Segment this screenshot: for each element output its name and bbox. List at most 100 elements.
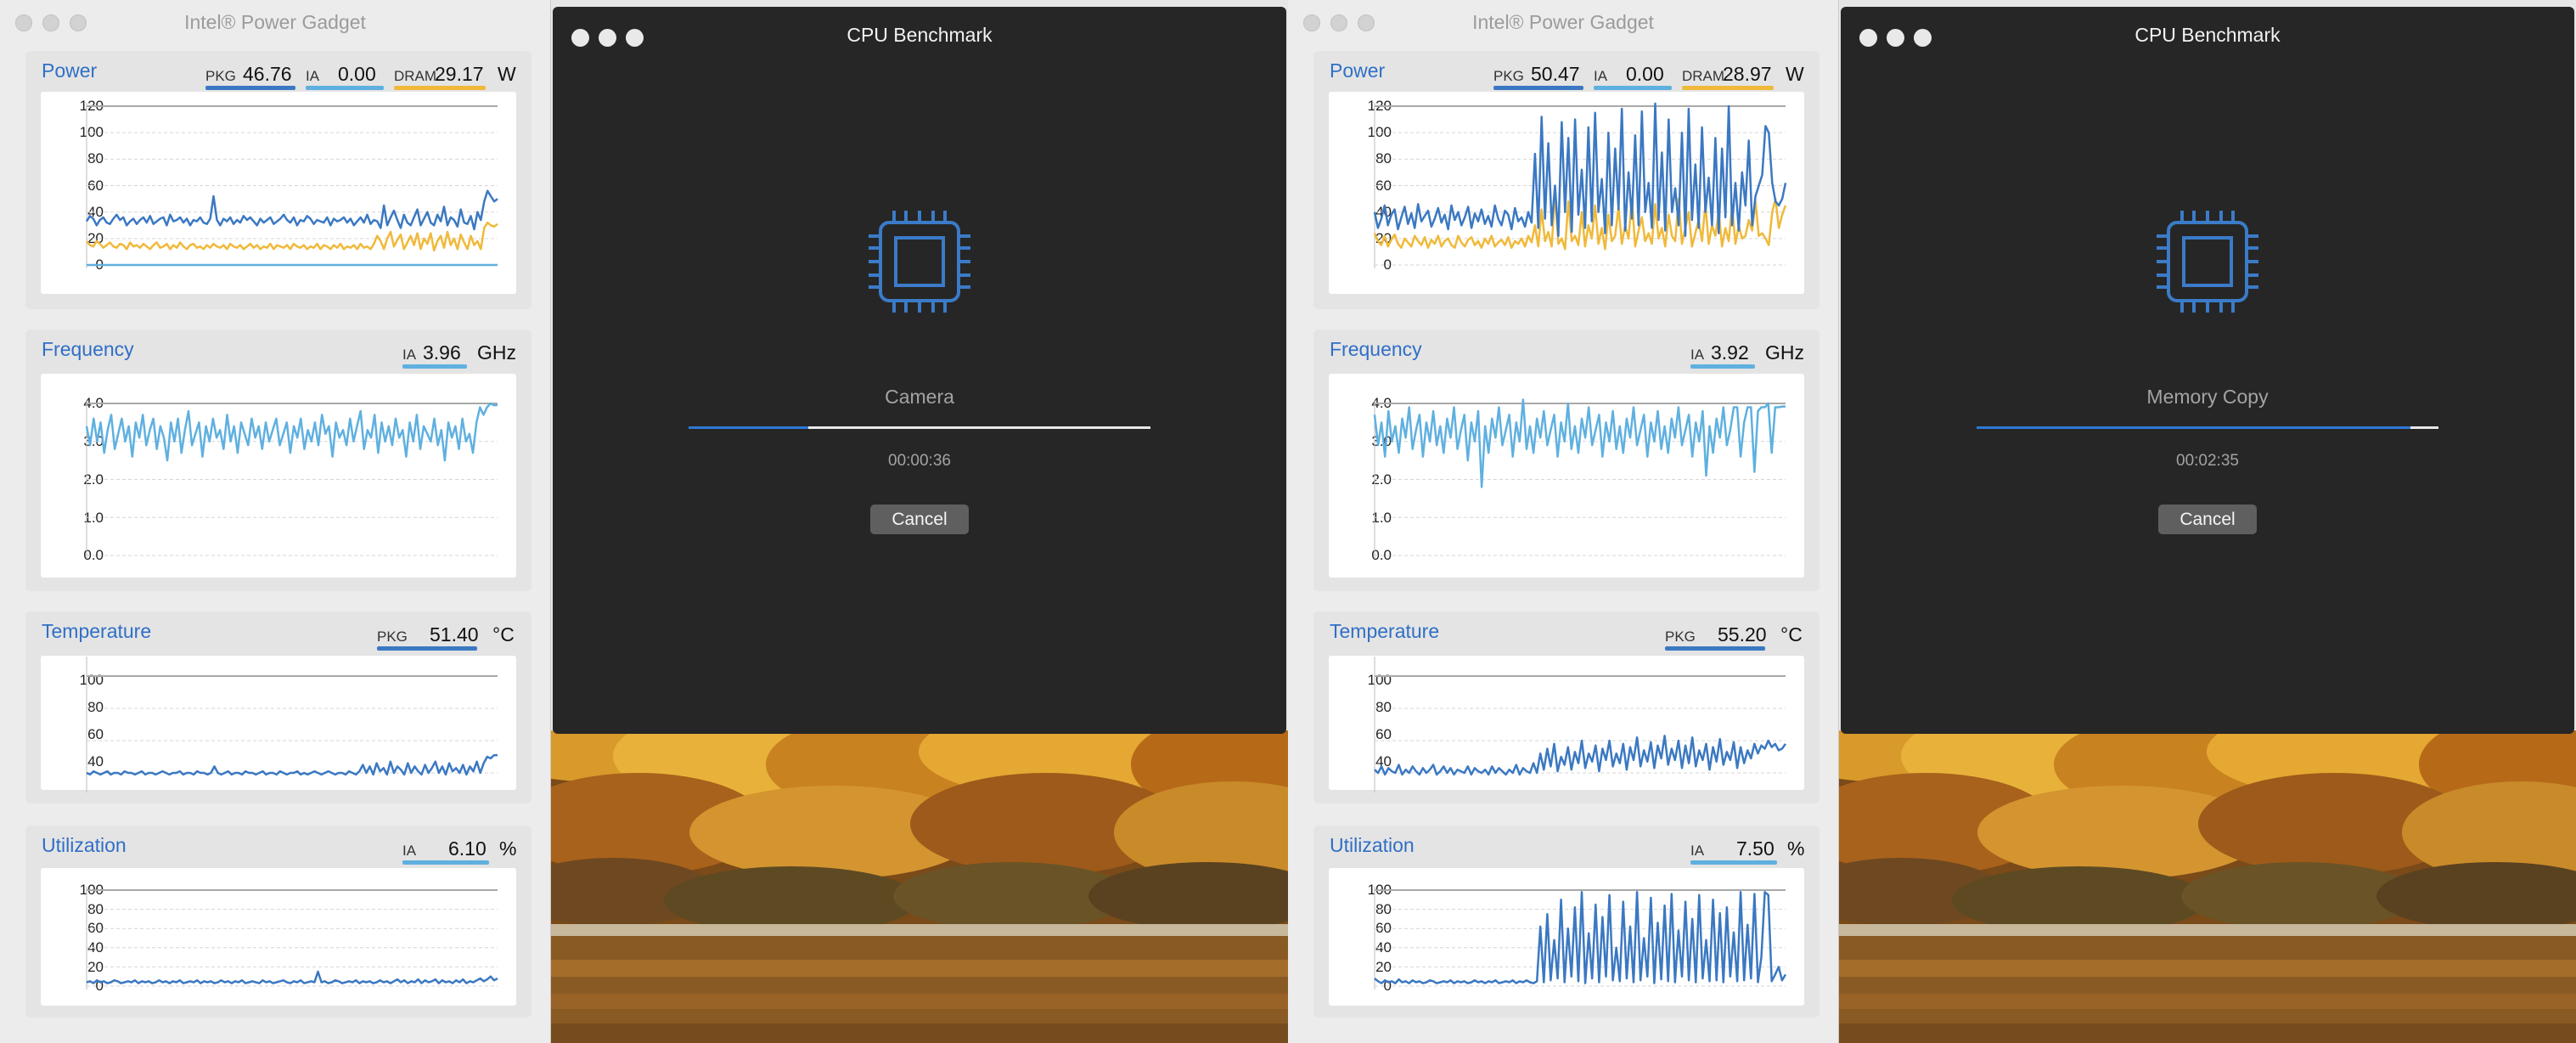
window-titlebar: Intel® Power Gadget xyxy=(0,0,550,44)
autumn-lake-image xyxy=(537,730,1288,1043)
autumn-lake-image xyxy=(1825,730,2576,1043)
ia-label: IA xyxy=(306,68,320,84)
utilization-plot: 100 80 60 40 20 0 xyxy=(1329,868,1804,1006)
ia-frequency-metric: IA 3.92 xyxy=(1690,341,1755,369)
cancel-button[interactable]: Cancel xyxy=(2158,505,2257,534)
progress-fill xyxy=(1977,426,2411,429)
pkg-power-metric: PKG 46.76 xyxy=(205,63,295,90)
ia-label: IA xyxy=(402,347,417,363)
temperature-panel: Temperature PKG 55.20 °C 100 80 60 40 xyxy=(1313,612,1820,803)
pkg-legend-bar xyxy=(1665,646,1765,651)
elapsed-time: 00:00:36 xyxy=(888,452,951,470)
temperature-panel-title: Temperature xyxy=(42,620,152,642)
power-chart xyxy=(85,103,498,268)
pkg-legend-bar xyxy=(1493,86,1583,90)
utilization-panel: Utilization IA 6.10 % 100 80 60 40 20 0 xyxy=(25,826,532,1018)
pkg-legend-bar xyxy=(377,646,477,651)
utilization-unit: % xyxy=(1787,837,1805,860)
frequency-panel: Frequency IA 3.92 GHz 4.0 3.0 2.0 1.0 0.… xyxy=(1313,330,1820,591)
series-line xyxy=(86,970,498,984)
window-titlebar: Intel® Power Gadget xyxy=(1288,0,1838,44)
screen-left: Intel® Power Gadget Power PKG 46.76 IA 0… xyxy=(0,0,1288,1043)
utilization-unit: % xyxy=(499,837,517,860)
utilization-panel: Utilization IA 7.50 % 100 80 60 40 20 0 xyxy=(1313,826,1820,1018)
dram-label: DRAM xyxy=(394,68,437,84)
pkg-temperature-metric: PKG 51.40 xyxy=(377,623,479,651)
series-line xyxy=(86,753,498,776)
pkg-label: PKG xyxy=(1493,68,1524,84)
power-panel-title: Power xyxy=(42,59,98,82)
ia-power-metric: IA 0.00 xyxy=(1594,63,1672,90)
dram-value: 29.17 xyxy=(435,63,484,85)
dram-legend-bar xyxy=(394,86,486,90)
series-line xyxy=(1373,398,1786,488)
ia-legend-bar xyxy=(402,860,489,865)
dram-label: DRAM xyxy=(1682,68,1725,84)
frequency-panel-title: Frequency xyxy=(1330,338,1422,360)
benchmark-progress-bar xyxy=(1977,426,2438,429)
pkg-temperature-value: 55.20 xyxy=(1718,623,1767,646)
pkg-temperature-value: 51.40 xyxy=(430,623,479,646)
cancel-button[interactable]: Cancel xyxy=(870,505,969,534)
benchmark-progress-bar xyxy=(689,426,1150,429)
ia-value: 0.00 xyxy=(338,63,376,85)
benchmark-task-label: Camera xyxy=(885,386,954,408)
temperature-panel-title: Temperature xyxy=(1330,620,1440,642)
ia-utilization-value: 6.10 xyxy=(448,837,487,860)
screen-right: Intel® Power Gadget Power PKG 50.47 IA 0… xyxy=(1288,0,2576,1043)
ia-value: 0.00 xyxy=(1626,63,1664,85)
dram-legend-bar xyxy=(1682,86,1774,90)
pkg-label: PKG xyxy=(377,629,408,645)
frequency-plot: 4.0 3.0 2.0 1.0 0.0 xyxy=(41,374,516,578)
power-plot: 120 100 80 60 40 20 0 xyxy=(41,92,516,294)
dram-power-metric: DRAM 28.97 xyxy=(1682,63,1774,90)
power-panel: Power PKG 46.76 IA 0.00 DRAM 29.17 W 120… xyxy=(25,51,532,309)
power-gadget-window: Intel® Power Gadget Power PKG 50.47 IA 0… xyxy=(1288,0,1839,1043)
utilization-chart xyxy=(86,887,498,989)
benchmark-window-title: CPU Benchmark xyxy=(2134,24,2281,46)
power-panel-title: Power xyxy=(1330,59,1386,82)
power-panel: Power PKG 50.47 IA 0.00 DRAM 28.97 W 120… xyxy=(1313,51,1820,309)
cpu-benchmark-window: CPU Benchmark Memory Copy 00:02:35 Cance… xyxy=(1841,7,2574,734)
ia-utilization-metric: IA 7.50 xyxy=(1690,837,1777,865)
utilization-chart xyxy=(1374,887,1787,989)
desktop-wallpaper xyxy=(537,730,1288,1043)
temperature-plot: 100 80 60 40 xyxy=(41,656,516,792)
ia-utilization-value: 7.50 xyxy=(1736,837,1775,860)
ia-frequency-metric: IA 3.96 xyxy=(402,341,467,369)
pkg-label: PKG xyxy=(205,68,236,84)
dram-value: 28.97 xyxy=(1723,63,1772,85)
dram-power-metric: DRAM 29.17 xyxy=(394,63,486,90)
temperature-plot: 100 80 60 40 xyxy=(1329,656,1804,792)
frequency-chart xyxy=(1373,398,1786,559)
power-unit: W xyxy=(1786,63,1804,85)
pkg-series-line xyxy=(1373,102,1787,237)
utilization-panel-title: Utilization xyxy=(42,834,127,856)
ia-label: IA xyxy=(1690,843,1705,859)
window-title: Intel® Power Gadget xyxy=(184,11,366,33)
pkg-value: 50.47 xyxy=(1531,63,1580,85)
benchmark-task-label: Memory Copy xyxy=(2146,386,2269,408)
series-line xyxy=(85,402,498,462)
pkg-power-metric: PKG 50.47 xyxy=(1493,63,1583,90)
series-line xyxy=(1374,891,1787,984)
power-unit: W xyxy=(498,63,516,85)
progress-fill xyxy=(689,426,809,429)
frequency-plot: 4.0 3.0 2.0 1.0 0.0 xyxy=(1329,374,1804,578)
pkg-value: 46.76 xyxy=(243,63,292,85)
frequency-unit: GHz xyxy=(1765,341,1804,364)
temperature-chart xyxy=(1374,657,1787,792)
ia-legend-bar xyxy=(402,364,467,369)
ia-utilization-metric: IA 6.10 xyxy=(402,837,489,865)
power-plot: 120 100 80 60 40 20 0 xyxy=(1329,92,1804,294)
ia-power-metric: IA 0.00 xyxy=(306,63,384,90)
cpu-chip-icon xyxy=(869,211,970,313)
ia-legend-bar xyxy=(306,86,384,90)
ia-legend-bar xyxy=(1594,86,1672,90)
benchmark-window-title: CPU Benchmark xyxy=(846,24,993,46)
cpu-chip-icon xyxy=(2157,211,2258,313)
temperature-panel: Temperature PKG 51.40 °C 100 80 60 40 xyxy=(25,612,532,803)
ia-label: IA xyxy=(1594,68,1608,84)
desktop-wallpaper xyxy=(1825,730,2576,1043)
ia-legend-bar xyxy=(1690,364,1755,369)
